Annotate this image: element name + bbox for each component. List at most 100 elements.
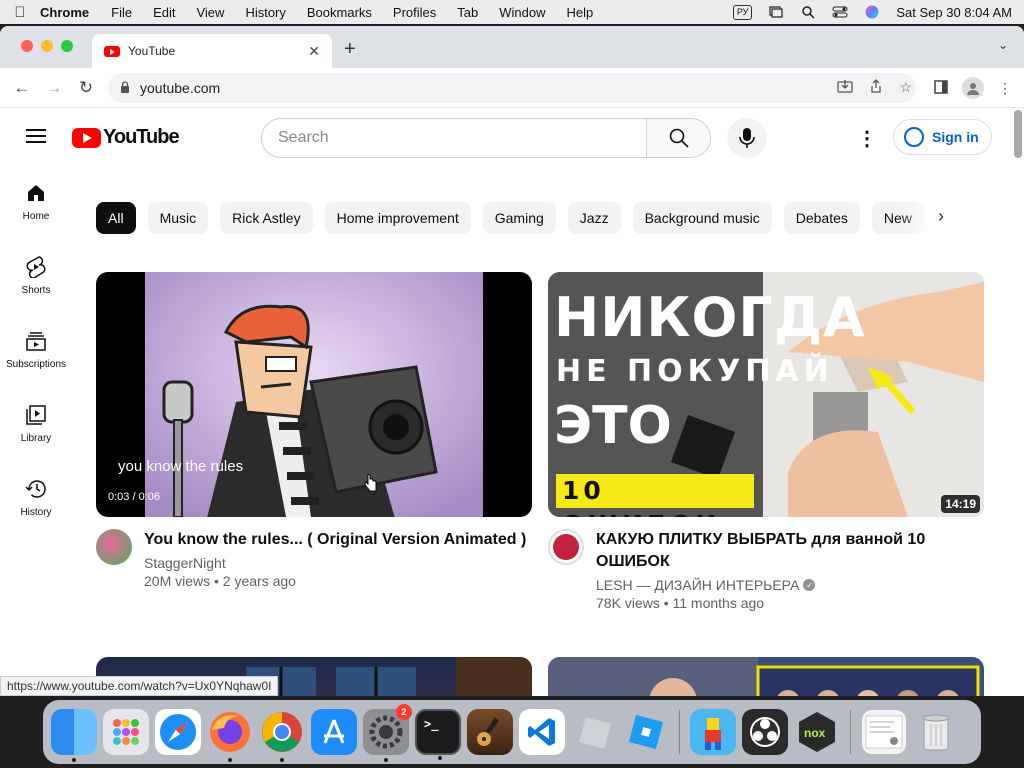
reload-icon[interactable]: ↻ xyxy=(70,78,102,98)
zoom-window-button[interactable] xyxy=(61,40,73,52)
sign-in-label: Sign in xyxy=(932,129,979,145)
youtube-logo[interactable]: YouTube xyxy=(72,126,180,149)
menu-help[interactable]: Help xyxy=(567,5,594,20)
forward-arrow-icon[interactable]: → xyxy=(38,78,70,98)
verified-check-icon: ✓ xyxy=(803,579,816,591)
spotlight-search-icon[interactable] xyxy=(800,5,816,19)
chip-jazz[interactable]: Jazz xyxy=(567,202,621,234)
menu-view[interactable]: View xyxy=(196,5,224,20)
subway-surfers-icon[interactable] xyxy=(690,709,736,755)
video-time-readout: 0:03 / 0:06 xyxy=(108,491,160,503)
chip-all[interactable]: All xyxy=(96,202,136,234)
sidebar-item-subscriptions[interactable]: Subscriptions xyxy=(0,312,72,386)
hand-cursor-icon xyxy=(364,474,378,497)
system-settings-icon[interactable]: 2 xyxy=(363,704,412,762)
trash-icon[interactable] xyxy=(913,709,959,755)
input-source-indicator[interactable]: РУ xyxy=(732,4,753,20)
sidebar-item-history[interactable]: History xyxy=(0,460,72,534)
install-app-icon[interactable] xyxy=(837,79,854,96)
garageband-icon[interactable] xyxy=(467,709,513,755)
dock-separator xyxy=(850,710,851,754)
profile-avatar-icon[interactable] xyxy=(962,77,984,99)
channel-name[interactable]: StaggerNight xyxy=(144,555,526,571)
search-input[interactable]: Search xyxy=(262,119,646,157)
video-thumbnail-row2-right[interactable] xyxy=(548,657,984,696)
menu-file[interactable]: File xyxy=(111,5,132,20)
nox-player-icon[interactable]: nox xyxy=(794,709,840,755)
chip-scroll-right-chevron-icon[interactable]: › xyxy=(938,206,944,227)
address-bar[interactable]: youtube.com xyxy=(108,73,916,103)
hamburger-menu-icon[interactable] xyxy=(26,129,46,147)
sign-in-button[interactable]: Sign in xyxy=(893,119,992,155)
roblox-icon[interactable] xyxy=(623,709,669,755)
voice-search-button[interactable] xyxy=(727,118,767,158)
firefox-icon[interactable] xyxy=(207,709,253,762)
video-card[interactable]: НИКОГДА НЕ ПОКУПАЙ ЭТО 10 ОШИБОК 14:19 К… xyxy=(548,272,984,611)
sidebar-item-shorts[interactable]: Shorts xyxy=(0,238,72,312)
chrome-icon[interactable] xyxy=(259,709,305,762)
settings-kebab-icon[interactable]: ⋮ xyxy=(857,126,877,151)
app-store-icon[interactable] xyxy=(311,709,357,755)
siri-icon[interactable] xyxy=(864,5,880,19)
menu-window[interactable]: Window xyxy=(499,5,545,20)
finder-icon[interactable] xyxy=(51,709,97,762)
chip-gaming[interactable]: Gaming xyxy=(482,202,556,234)
menu-bookmarks[interactable]: Bookmarks xyxy=(307,5,372,20)
side-panel-icon[interactable] xyxy=(934,79,948,97)
history-icon xyxy=(24,477,48,501)
sidebar-item-library[interactable]: Library xyxy=(0,386,72,460)
close-window-button[interactable] xyxy=(21,40,33,52)
page-scrollbar[interactable] xyxy=(1014,110,1022,158)
menu-history[interactable]: History xyxy=(245,5,285,20)
tab-search-chevron-icon[interactable]: ⌄ xyxy=(998,38,1008,52)
video-card[interactable]: you know the rules 0:03 / 0:06 You know … xyxy=(96,272,532,589)
macos-dock: 2 >_ nox xyxy=(43,700,981,764)
vscode-icon[interactable] xyxy=(519,709,565,755)
menubar-clock[interactable]: Sat Sep 30 8:04 AM xyxy=(896,5,1012,20)
lock-icon[interactable] xyxy=(120,80,130,96)
menu-tab[interactable]: Tab xyxy=(457,5,478,20)
launchpad-icon[interactable] xyxy=(103,709,149,755)
sidebar-item-label: History xyxy=(20,506,52,518)
video-stats: 20M views • 2 years ago xyxy=(144,573,296,589)
chip-home-improvement[interactable]: Home improvement xyxy=(324,202,471,234)
terminal-icon[interactable]: >_ xyxy=(415,709,461,760)
bookmark-star-icon[interactable]: ☆ xyxy=(899,79,912,96)
filter-chip-bar: All Music Rick Astley Home improvement G… xyxy=(96,202,976,234)
channel-avatar[interactable] xyxy=(96,529,132,565)
thumbnail-text-line3: ЭТО xyxy=(554,396,672,456)
recent-window-thumbnail-icon[interactable] xyxy=(861,709,907,755)
menubar-app-name[interactable]: Chrome xyxy=(40,5,89,20)
menu-profiles[interactable]: Profiles xyxy=(393,5,436,20)
new-tab-button[interactable]: + xyxy=(344,38,356,61)
chrome-window: YouTube ✕ + ⌄ ← → ↻ youtube.com ☆ ⋮ YouT… xyxy=(0,26,1024,696)
minimize-window-button[interactable] xyxy=(41,40,53,52)
obs-studio-icon[interactable] xyxy=(742,709,788,755)
chip-debates[interactable]: Debates xyxy=(783,202,860,234)
control-center-icon[interactable] xyxy=(832,5,848,19)
apple-menu-icon[interactable]:  xyxy=(0,4,40,21)
channel-name[interactable]: LESH — ДИЗАЙН ИНТЕРЬЕРА ✓ xyxy=(596,577,984,593)
library-icon xyxy=(24,403,48,427)
safari-icon[interactable] xyxy=(155,709,201,755)
search-button[interactable] xyxy=(646,119,710,157)
channel-avatar[interactable] xyxy=(548,529,584,565)
video-title[interactable]: КАКУЮ ПЛИТКУ ВЫБРАТЬ для ванной 10 ОШИБО… xyxy=(596,529,984,573)
window-switcher-icon[interactable] xyxy=(768,5,784,19)
video-thumbnail[interactable]: НИКОГДА НЕ ПОКУПАЙ ЭТО 10 ОШИБОК 14:19 xyxy=(548,272,984,517)
tab-youtube[interactable]: YouTube ✕ xyxy=(92,34,332,68)
video-title[interactable]: You know the rules... ( Original Version… xyxy=(144,529,526,551)
sidebar-item-home[interactable]: Home xyxy=(0,164,72,238)
chip-music[interactable]: Music xyxy=(147,202,209,234)
video-thumbnail-player[interactable]: you know the rules 0:03 / 0:06 xyxy=(96,272,532,517)
link-hover-status: https://www.youtube.com/watch?v=Ux0YNqha… xyxy=(0,676,279,696)
chip-rick-astley[interactable]: Rick Astley xyxy=(220,202,313,234)
menu-edit[interactable]: Edit xyxy=(153,5,175,20)
share-icon[interactable] xyxy=(869,79,883,96)
close-tab-icon[interactable]: ✕ xyxy=(308,43,320,60)
chip-background-music[interactable]: Background music xyxy=(632,202,772,234)
roblox-studio-icon[interactable] xyxy=(571,709,617,755)
youtube-favicon-icon xyxy=(104,45,120,57)
back-arrow-icon[interactable]: ← xyxy=(6,78,38,98)
chrome-menu-kebab-icon[interactable]: ⋮ xyxy=(998,80,1012,97)
